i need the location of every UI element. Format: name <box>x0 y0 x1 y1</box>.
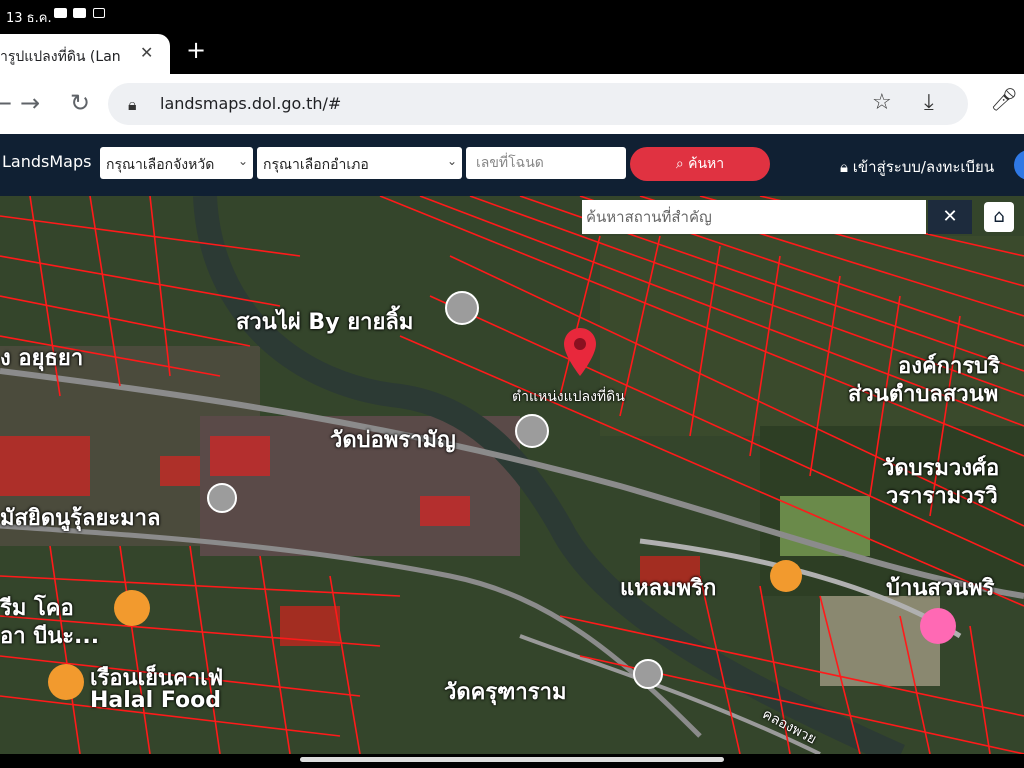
lock-icon: 🔒︎ <box>840 158 848 176</box>
user-avatar[interactable] <box>1014 150 1024 180</box>
map-label: ง อยุธยา <box>0 346 84 371</box>
mic-icon[interactable]: 🎤︎ <box>990 88 1018 113</box>
map-label: สวนไผ่ By ยายลิ้ม <box>236 310 414 335</box>
reload-icon[interactable]: ↻ <box>70 88 90 118</box>
download-icon[interactable]: ⤓ <box>924 90 934 115</box>
active-tab[interactable]: ารูปแปลงที่ดิน (Lan ✕ <box>0 34 170 74</box>
site-header: LandsMaps กรุณาเลือกจังหวัด ⌄ กรุณาเลือก… <box>0 134 1024 196</box>
tab-strip: ารูปแปลงที่ดิน (Lan ✕ + <box>0 30 1024 74</box>
poi-marker[interactable] <box>920 608 956 644</box>
search-icon: ⌕ <box>675 156 684 172</box>
system-navigation-bar <box>0 754 1024 768</box>
video-notification-icon <box>73 8 86 18</box>
place-search-input[interactable] <box>582 200 926 234</box>
map-label: บ้านสวนพริ <box>886 576 995 601</box>
district-select[interactable]: กรุณาเลือกอำเภอ ⌄ <box>257 147 462 179</box>
temple-marker[interactable] <box>515 414 549 448</box>
tab-close-icon[interactable]: ✕ <box>140 43 153 62</box>
url-text[interactable]: landsmaps.dol.go.th/# <box>160 94 341 113</box>
search-button-label: ค้นหา <box>688 156 725 172</box>
tab-title: ารูปแปลงที่ดิน (Lan <box>0 49 121 65</box>
map-label: วัดครุฑาราม <box>444 680 567 705</box>
chevron-down-icon: ⌄ <box>237 154 248 168</box>
forward-arrow-icon[interactable]: → <box>20 88 40 118</box>
deed-number-input[interactable] <box>466 147 626 179</box>
map-label: วัดบ่อพรามัญ <box>330 428 456 453</box>
lock-icon[interactable]: 🔒︎ <box>128 95 137 115</box>
map-view[interactable]: ✕ ⌂ สวนไผ่ By ยายลิ้ม ง อยุธยา ตำแหน่งแป… <box>0 196 1024 754</box>
star-icon[interactable]: ☆ <box>872 90 892 115</box>
browser-toolbar: ← → ↻ 🔒︎ landsmaps.dol.go.th/# ☆ ⤓ 🎤︎ <box>0 74 1024 134</box>
food-marker[interactable] <box>770 560 802 592</box>
clear-search-button[interactable]: ✕ <box>928 200 972 234</box>
new-tab-button[interactable]: + <box>186 36 206 64</box>
home-indicator[interactable] <box>300 757 724 762</box>
district-select-value: กรุณาเลือกอำเภอ <box>263 157 369 173</box>
province-select[interactable]: กรุณาเลือกจังหวัด ⌄ <box>100 147 253 179</box>
mail-notification-icon <box>93 8 105 18</box>
site-logo[interactable]: LandsMaps <box>2 152 91 171</box>
location-pin-icon[interactable] <box>562 326 598 378</box>
temple-marker[interactable] <box>633 659 663 689</box>
back-arrow-icon[interactable]: ← <box>0 88 12 118</box>
address-bar[interactable]: 🔒︎ landsmaps.dol.go.th/# ☆ ⤓ <box>108 83 968 125</box>
food-marker[interactable] <box>48 664 84 700</box>
province-select-value: กรุณาเลือกจังหวัด <box>106 157 215 173</box>
map-label: วรารามวรวิ <box>886 484 998 509</box>
chevron-down-icon: ⌄ <box>446 154 457 168</box>
food-marker[interactable] <box>114 590 150 626</box>
map-label: Halal Food <box>90 688 221 713</box>
mosque-marker[interactable] <box>207 483 237 513</box>
map-label: ส่วนตำบลสวนพ <box>848 382 999 407</box>
login-label: เข้าสู่ระบบ/ลงทะเบียน <box>852 158 995 176</box>
login-link[interactable]: 🔒︎ เข้าสู่ระบบ/ลงทะเบียน <box>840 155 994 179</box>
map-label: ตำแหน่งแปลงที่ดิน <box>512 389 625 405</box>
status-time: 13 ธ.ค. <box>6 11 52 26</box>
status-bar: 13 ธ.ค. <box>0 0 1024 30</box>
search-button[interactable]: ⌕ ค้นหา <box>630 147 770 181</box>
poi-marker[interactable] <box>445 291 479 325</box>
youtube-notification-icon <box>54 8 67 18</box>
map-label: อา บีนะ... <box>0 624 100 649</box>
map-label: แหลมพริก <box>620 576 717 601</box>
map-label: มัสยิดนูรุ้ลยะมาล <box>0 506 161 531</box>
home-icon[interactable]: ⌂ <box>984 202 1014 232</box>
